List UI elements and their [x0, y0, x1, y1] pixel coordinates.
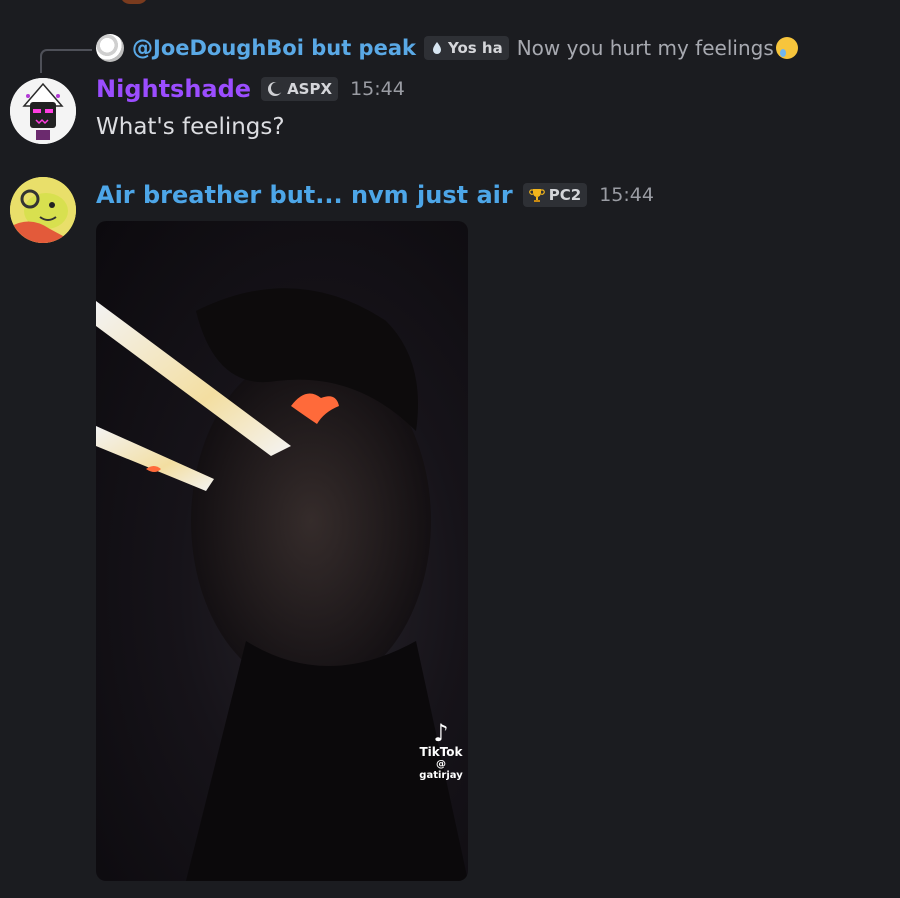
- reply-spine: [40, 49, 92, 73]
- username-air-breather[interactable]: Air breather but... nvm just air: [96, 181, 513, 209]
- avatar-air-breather[interactable]: [10, 177, 76, 243]
- avatar-nightshade-art: [10, 78, 76, 144]
- timestamp-air-breather[interactable]: 15:44: [599, 184, 654, 206]
- video-frame: [96, 288, 468, 881]
- reply-text[interactable]: Now you hurt my feelings: [517, 36, 774, 60]
- reply-user-tag[interactable]: Yos ha: [423, 36, 509, 60]
- tag-label-pc2: PC2: [548, 186, 582, 204]
- username-nightshade[interactable]: Nightshade: [96, 75, 251, 103]
- video-attachment[interactable]: ♪ TikTok @ gatirjay: [96, 221, 468, 881]
- user-tag-pc2[interactable]: PC2: [522, 183, 588, 207]
- tiktok-watermark: ♪ TikTok @ gatirjay: [414, 721, 468, 781]
- reply-tag-label: Yos ha: [447, 39, 503, 57]
- avatar-nightshade[interactable]: [10, 78, 76, 144]
- reply-username[interactable]: @JoeDoughBoi but peak: [132, 36, 416, 60]
- reply-avatar[interactable]: [96, 34, 124, 62]
- message-header-air-breather: Air breather but... nvm just air PC2 15:…: [96, 181, 654, 209]
- crying-face-icon: [775, 37, 798, 59]
- avatar-air-breather-art: [10, 177, 76, 243]
- user-tag-aspx[interactable]: ASPX: [261, 77, 339, 101]
- message-header-nightshade: Nightshade ASPX 15:44: [96, 75, 405, 103]
- tiktok-icon: ♪: [433, 719, 449, 747]
- tiktok-brand: TikTok: [419, 745, 463, 759]
- tiktok-user: @ gatirjay: [419, 759, 463, 781]
- message-text-nightshade: What's feelings?: [96, 114, 285, 140]
- tag-label-aspx: ASPX: [287, 80, 333, 98]
- timestamp-nightshade[interactable]: 15:44: [350, 78, 405, 100]
- moon-icon: [268, 82, 284, 96]
- reply-preview[interactable]: @JoeDoughBoi but peak Yos ha Now you hur…: [96, 34, 798, 62]
- droplet-icon: [432, 42, 441, 54]
- previous-avatar-edge: [120, 0, 148, 4]
- trophy-icon: [528, 189, 545, 202]
